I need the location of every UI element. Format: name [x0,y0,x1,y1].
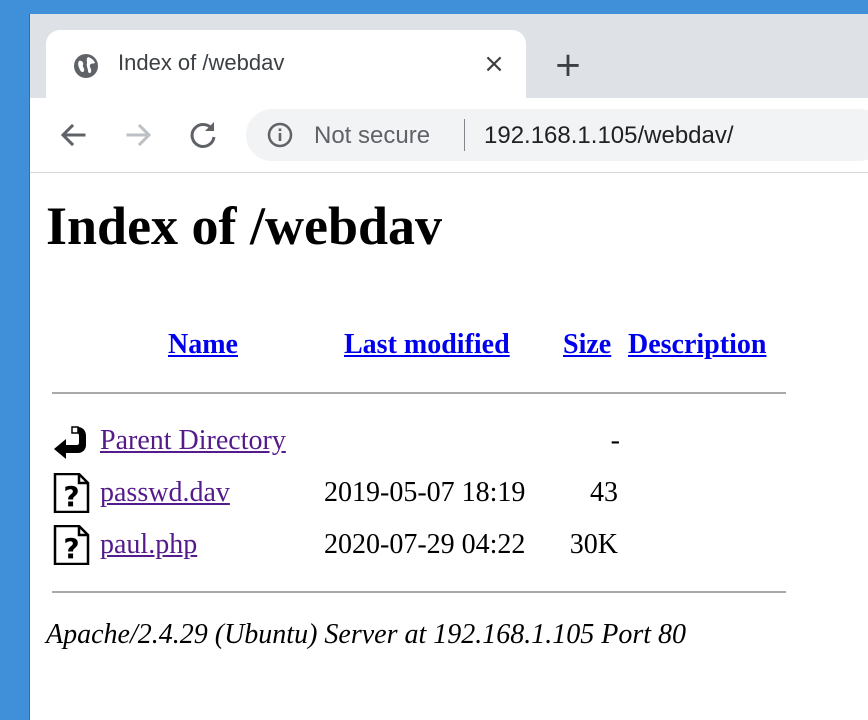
tab-strip: Index of /webdav × + [30,14,868,98]
column-header-size[interactable]: Size [563,329,611,361]
browser-window: Index of /webdav × + Not secure 192.168.… [30,14,868,720]
svg-text:?: ? [63,480,79,513]
tab-index-of-webdav[interactable]: Index of /webdav × [46,30,526,98]
row-size: 30K [569,529,618,560]
file-link-passwd-dav[interactable]: passwd.dav [100,477,230,509]
page-content: Index of /webdav Name Last modified Size… [30,173,868,720]
security-status[interactable]: Not secure [314,122,430,150]
reload-button[interactable] [184,116,222,154]
row-size: 43 [590,477,618,508]
parent-directory-link[interactable]: Parent Directory [100,425,286,457]
column-header-last-modified[interactable]: Last modified [344,329,510,361]
column-header-description[interactable]: Description [628,329,766,361]
unknown-file-icon: ? [53,525,90,565]
row-last-modified: 2019-05-07 18:19 [324,477,526,508]
new-tab-button[interactable]: + [550,48,586,84]
url-text[interactable]: 192.168.1.105/webdav/ [484,122,734,150]
tab-title: Index of /webdav [118,50,285,75]
file-link-paul-php[interactable]: paul.php [100,529,197,561]
svg-text:?: ? [63,532,79,565]
row-last-modified: 2020-07-29 04:22 [324,529,526,560]
info-icon[interactable] [266,121,294,149]
column-header-name[interactable]: Name [168,329,238,361]
back-arrow-icon [54,426,86,459]
divider-top [52,392,786,394]
globe-icon [74,54,98,78]
omnibox-divider [464,119,465,151]
divider-bottom [52,591,786,593]
server-signature: Apache/2.4.29 (Ubuntu) Server at 192.168… [46,619,687,650]
forward-arrow-button[interactable] [120,116,158,154]
browser-toolbar: Not secure 192.168.1.105/webdav/ [30,98,868,173]
row-size: - [610,425,620,456]
unknown-file-icon: ? [53,473,90,513]
tab-close-icon[interactable]: × [480,50,508,78]
page-title: Index of /webdav [46,196,443,256]
address-bar[interactable]: Not secure 192.168.1.105/webdav/ [246,109,868,161]
back-arrow-button[interactable] [54,116,92,154]
